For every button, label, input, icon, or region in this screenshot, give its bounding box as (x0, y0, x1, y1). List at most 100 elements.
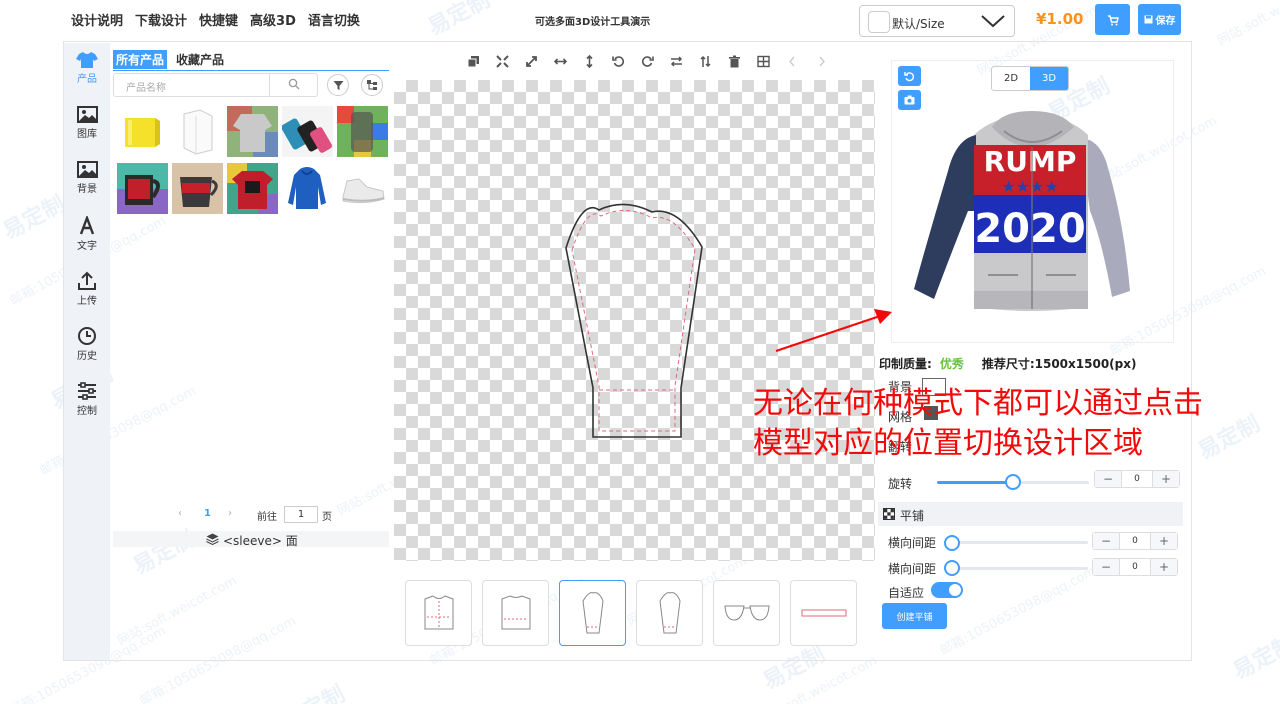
increment-button[interactable]: + (1151, 559, 1177, 575)
swap-horizontal-icon (670, 55, 683, 67)
v-spacing-label: 横向间距 (888, 562, 937, 576)
increment-button[interactable]: + (1153, 471, 1179, 487)
rotate-left-icon (612, 55, 625, 67)
prev-page-button[interactable]: ‹ (178, 508, 182, 519)
menu-design-guide[interactable]: 设计说明 (71, 10, 123, 29)
product-thumb-sweater[interactable] (227, 106, 278, 157)
piece-back[interactable] (482, 580, 549, 646)
delete-tool[interactable] (720, 52, 749, 70)
search-divider (269, 74, 270, 96)
compress-icon (496, 54, 509, 68)
product-search-input[interactable]: 产品名称 (113, 73, 318, 97)
page-title: 可选多面3D设计工具演示 (535, 17, 651, 28)
sidebar-item-upload[interactable]: 上传 (64, 271, 110, 321)
shirt-icon (76, 52, 98, 68)
piece-sleeve-right[interactable] (636, 580, 703, 646)
sidebar-item-controls[interactable]: 控制 (64, 381, 110, 431)
current-page[interactable]: 1 (204, 508, 211, 519)
stretch-vertical-tool[interactable] (575, 52, 604, 70)
sidebar-item-products[interactable]: 产品 (64, 51, 110, 101)
flip-horizontal-tool[interactable] (662, 52, 691, 70)
trash-icon (729, 55, 740, 67)
product-thumb-blue-hoodie[interactable] (282, 163, 333, 214)
grid-tool[interactable] (749, 52, 778, 70)
decrement-button[interactable]: − (1093, 559, 1119, 575)
adaptive-switch[interactable] (931, 582, 963, 598)
redo-tool[interactable] (807, 52, 836, 70)
sleeve-piece-icon (581, 592, 604, 634)
category-button[interactable] (361, 74, 383, 96)
menu-advanced-3d[interactable]: 高级3D (250, 10, 296, 29)
pocket-piece-icon (801, 609, 846, 617)
menu-download-design[interactable]: 下载设计 (135, 10, 187, 29)
fit-tool[interactable] (488, 52, 517, 70)
expand-tool[interactable] (517, 52, 546, 70)
layer-item[interactable]: <sleeve> 面 (113, 531, 389, 548)
sidebar-item-text[interactable]: 文字 (64, 216, 110, 266)
stretch-horizontal-tool[interactable] (546, 52, 575, 70)
increment-button[interactable]: + (1151, 533, 1177, 549)
v-spacing-slider-track[interactable] (952, 567, 1088, 570)
rotate-slider-fill (937, 481, 1013, 484)
tab-all-products[interactable]: 所有产品 (113, 50, 168, 69)
product-thumb-phone-cases[interactable] (282, 106, 333, 157)
mode-3d-button[interactable]: 3D (1030, 67, 1068, 90)
next-page-button[interactable]: › (228, 508, 232, 519)
rotate-slider-handle[interactable] (1005, 474, 1021, 490)
canvas-toolbar (459, 52, 836, 70)
background-image-icon (77, 161, 98, 178)
rotate-right-tool[interactable] (633, 52, 662, 70)
mode-2d-button[interactable]: 2D (992, 67, 1030, 90)
flip-vertical-tool[interactable] (691, 52, 720, 70)
v-spacing-value[interactable]: 0 (1119, 559, 1151, 575)
h-spacing-value[interactable]: 0 (1119, 533, 1151, 549)
layers-icon (206, 533, 219, 545)
reset-view-button[interactable] (898, 66, 921, 86)
size-select-value: 默认/Size (892, 17, 945, 31)
product-thumb-sneaker[interactable] (337, 163, 388, 214)
copy-tool[interactable] (459, 52, 488, 70)
piece-front[interactable] (405, 580, 472, 646)
tile-section-header[interactable]: 平铺 (878, 502, 1183, 526)
save-button-label: 保存 (1155, 16, 1176, 27)
v-spacing-stepper[interactable]: − 0 + (1092, 558, 1178, 576)
goto-page-input[interactable]: 1 (284, 506, 318, 523)
product-thumb-tshirt[interactable] (227, 163, 278, 214)
sidebar-item-label: 图库 (77, 129, 97, 140)
rotate-value[interactable]: 0 (1121, 471, 1153, 487)
product-thumb-phone-case-pattern[interactable] (337, 106, 388, 157)
rotate-left-tool[interactable] (604, 52, 633, 70)
sidebar-item-background[interactable]: 背景 (64, 161, 110, 211)
save-button[interactable]: 保存 (1138, 4, 1181, 35)
tab-favorite-products[interactable]: 收藏产品 (173, 50, 227, 69)
piece-pocket[interactable] (790, 580, 857, 646)
filter-button[interactable] (327, 74, 349, 96)
product-thumb-mug[interactable] (117, 163, 168, 214)
chevron-right-icon (819, 56, 825, 66)
h-spacing-slider-track[interactable] (952, 541, 1088, 544)
decrement-button[interactable]: − (1095, 471, 1121, 487)
piece-sleeve-left[interactable] (559, 580, 626, 646)
screenshot-button[interactable] (898, 90, 921, 110)
menu-language[interactable]: 语言切换 (308, 10, 360, 29)
h-spacing-stepper[interactable]: − 0 + (1092, 532, 1178, 550)
h-spacing-slider-handle[interactable] (944, 535, 960, 551)
product-thumb-gift-box[interactable] (172, 106, 223, 157)
undo-tool[interactable] (778, 52, 807, 70)
decrement-button[interactable]: − (1093, 533, 1119, 549)
preview-3d-viewport[interactable]: RUMP ★★★★ 2020 (891, 60, 1174, 343)
search-icon[interactable] (288, 78, 300, 90)
size-select[interactable]: 默认/Size (859, 5, 1015, 37)
chevron-left-icon (789, 56, 795, 66)
sidebar-item-history[interactable]: 历史 (64, 326, 110, 376)
create-tile-button[interactable]: 创建平铺 (882, 603, 947, 629)
menu-shortcuts[interactable]: 快捷键 (199, 10, 238, 29)
sidebar-item-gallery[interactable]: 图库 (64, 106, 110, 156)
rotate-stepper[interactable]: − 0 + (1094, 470, 1180, 488)
product-thumb-yellow-box[interactable] (117, 106, 168, 157)
v-spacing-slider-handle[interactable] (944, 560, 960, 576)
cart-button[interactable] (1095, 4, 1130, 35)
piece-hood[interactable] (713, 580, 780, 646)
product-thumb-cup[interactable] (172, 163, 223, 214)
front-piece-icon (424, 595, 453, 630)
